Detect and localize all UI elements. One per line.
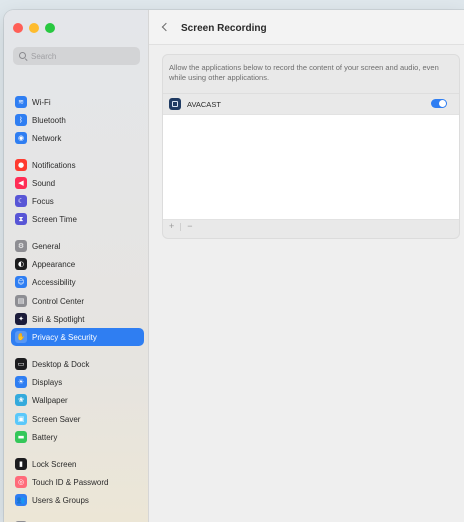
sidebar-item-label: Users & Groups [32, 495, 89, 505]
wallpaper-icon: ❀ [15, 394, 27, 406]
battery-icon: ▬ [15, 431, 27, 443]
app-row: AVACAST [163, 93, 459, 114]
sidebar-item-lock-screen[interactable]: ▮ Lock Screen [11, 455, 144, 473]
lock-screen-icon: ▮ [15, 458, 27, 470]
sidebar-item-label: Control Center [32, 296, 85, 306]
sidebar-item-general[interactable]: ⚙ General [11, 237, 144, 255]
sidebar-item-control-center[interactable]: ▤ Control Center [11, 292, 144, 310]
window-controls [13, 23, 55, 33]
sidebar-item-label: Touch ID & Password [32, 477, 109, 487]
users-icon: 👥 [15, 494, 27, 506]
sidebar-item-label: Accessibility [32, 277, 76, 287]
search-placeholder: Search [31, 51, 57, 61]
sidebar-item-displays[interactable]: ☀ Displays [11, 373, 144, 391]
accessibility-icon: ☺ [15, 276, 27, 288]
fingerprint-icon: ◎ [15, 476, 27, 488]
sidebar-item-label: Desktop & Dock [32, 359, 90, 369]
zoom-button[interactable] [45, 23, 55, 33]
sidebar-item-accessibility[interactable]: ☺ Accessibility [11, 273, 144, 291]
sidebar-item-label: Appearance [32, 259, 76, 269]
avacast-app-icon [169, 98, 181, 110]
sidebar-item-screen-time[interactable]: ⧗ Screen Time [11, 210, 144, 228]
sidebar-item-label: Sound [32, 178, 56, 188]
sidebar-item-label: Network [32, 133, 62, 143]
sidebar-item-label: Privacy & Security [32, 332, 97, 342]
add-app-button[interactable]: + [169, 222, 174, 231]
sidebar-item-passwords[interactable]: ⚿Passwords [11, 518, 144, 522]
close-button[interactable] [13, 23, 23, 33]
sidebar-item-label: Screen Time [32, 214, 77, 224]
speaker-icon: ◀ [15, 177, 27, 189]
minimize-button[interactable] [29, 23, 39, 33]
sidebar-item-wallpaper[interactable]: ❀ Wallpaper [11, 391, 144, 409]
screen-recording-panel: Allow the applications below to record t… [162, 54, 460, 239]
main-pane: Screen Recording Allow the applications … [149, 10, 464, 522]
appearance-icon: ◐ [15, 258, 27, 270]
sidebar-item-label: Siri & Spotlight [32, 314, 85, 324]
dock-icon: ▭ [15, 358, 27, 370]
sidebar-item-focus[interactable]: ☾ Focus [11, 192, 144, 210]
sidebar-item-label: Battery [32, 432, 58, 442]
siri-icon: ✦ [15, 313, 27, 325]
sidebar-item-network[interactable]: ◉ Network [11, 129, 144, 147]
app-list-empty-area [163, 114, 459, 220]
description-text: Allow the applications below to record t… [169, 63, 439, 82]
sidebar-item-bluetooth[interactable]: ᛒ Bluetooth [11, 111, 144, 129]
bluetooth-icon: ᛒ [15, 114, 27, 126]
sidebar-item-label: General [32, 241, 61, 251]
settings-window: Search ≋ Wi-Fi ᛒ Bluetooth ◉ Network ● Notifica… [4, 10, 464, 522]
add-remove-controls: + − [169, 222, 193, 231]
sidebar-item-label: Notifications [32, 160, 76, 170]
sidebar-item-label: Focus [32, 196, 54, 206]
sidebar-item-label: Displays [32, 377, 63, 387]
sidebar-item-touch-id-password[interactable]: ◎ Touch ID & Password [11, 473, 144, 491]
wifi-icon: ≋ [15, 96, 27, 108]
sidebar-item-desktop-dock[interactable]: ▭ Desktop & Dock [11, 355, 144, 373]
sidebar-item-appearance[interactable]: ◐ Appearance [11, 255, 144, 273]
app-name: AVACAST [187, 100, 221, 109]
button-divider [180, 222, 182, 231]
network-icon: ◉ [15, 132, 27, 144]
control-center-icon: ▤ [15, 295, 27, 307]
display-icon: ☀ [15, 376, 27, 388]
sidebar-item-label: Lock Screen [32, 459, 77, 469]
back-chevron-icon[interactable] [160, 21, 172, 33]
titlebar: Screen Recording [149, 10, 464, 45]
sidebar-item-label: Screen Saver [32, 414, 81, 424]
sidebar-item-label: Wallpaper [32, 395, 68, 405]
sidebar: Search ≋ Wi-Fi ᛒ Bluetooth ◉ Network ● Notifica… [4, 10, 149, 522]
sidebar-item-battery[interactable]: ▬ Battery [11, 428, 144, 446]
page-title: Screen Recording [181, 23, 267, 34]
sidebar-item-sound[interactable]: ◀ Sound [11, 174, 144, 192]
sidebar-item-label: Bluetooth [32, 115, 66, 125]
remove-app-button[interactable]: − [187, 222, 192, 231]
moon-icon: ☾ [15, 195, 27, 207]
sidebar-item-privacy-security[interactable]: ✋ Privacy & Security [11, 328, 144, 346]
search-icon [19, 52, 27, 60]
sidebar-item-label: Wi-Fi [32, 97, 51, 107]
sidebar-item-notifications[interactable]: ● Notifications [11, 156, 144, 174]
hand-icon: ✋ [15, 331, 27, 343]
search-input[interactable]: Search [13, 47, 140, 65]
screen-saver-icon: ▣ [15, 413, 27, 425]
bell-icon: ● [15, 159, 27, 171]
gear-icon: ⚙ [15, 240, 27, 252]
hourglass-icon: ⧗ [15, 213, 27, 225]
sidebar-item-screen-saver[interactable]: ▣ Screen Saver [11, 410, 144, 428]
avacast-toggle[interactable] [431, 99, 447, 108]
sidebar-item-users-groups[interactable]: 👥 Users & Groups [11, 491, 144, 509]
sidebar-item-siri-spotlight[interactable]: ✦ Siri & Spotlight [11, 310, 144, 328]
sidebar-item-wi-fi[interactable]: ≋ Wi-Fi [11, 93, 144, 111]
